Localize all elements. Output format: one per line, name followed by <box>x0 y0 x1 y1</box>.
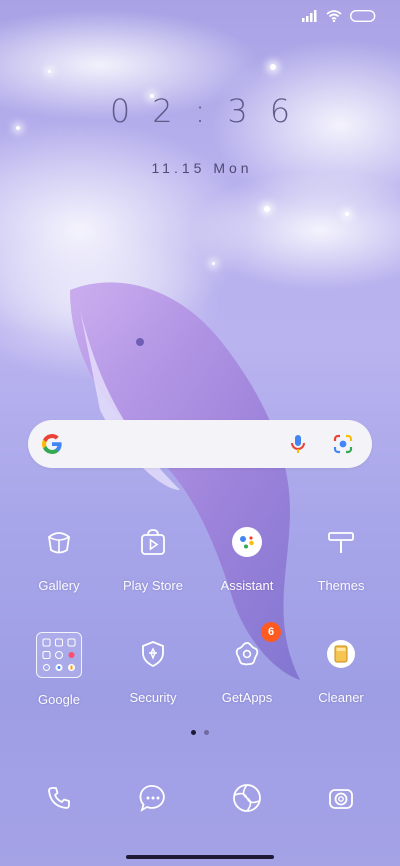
app-label: Play Store <box>123 578 183 593</box>
security-icon <box>131 632 175 676</box>
app-label: Gallery <box>38 578 80 593</box>
app-label: Google <box>38 692 80 707</box>
notification-badge: 6 <box>261 622 281 642</box>
app-gallery[interactable]: Gallery <box>12 520 106 593</box>
page-dot[interactable] <box>204 730 209 735</box>
messages-icon <box>131 776 175 820</box>
google-folder-icon <box>36 632 82 678</box>
app-label: GetApps <box>221 690 273 705</box>
whale-illustration <box>70 282 300 680</box>
dock-messages[interactable] <box>106 776 200 820</box>
folder-google[interactable]: Google <box>12 632 106 707</box>
dock-browser[interactable] <box>200 776 294 820</box>
clock-date[interactable]: 11.15 Mon <box>0 160 400 176</box>
dock-camera[interactable] <box>294 776 388 820</box>
gallery-icon <box>37 520 81 564</box>
app-play-store[interactable]: Play Store <box>106 520 200 593</box>
phone-icon <box>37 776 81 820</box>
app-label: Assistant <box>220 578 274 593</box>
wifi-icon <box>326 10 342 22</box>
app-row-1: Gallery Play Store Assistant Themes <box>0 520 400 593</box>
dock <box>0 776 400 820</box>
status-bar <box>302 10 376 22</box>
signal-icon <box>302 10 317 22</box>
cleaner-icon <box>319 632 363 676</box>
assistant-icon <box>225 520 269 564</box>
page-indicator <box>0 730 400 735</box>
app-themes[interactable]: Themes <box>294 520 388 593</box>
google-g-icon <box>42 434 62 454</box>
app-label: Themes <box>317 578 365 593</box>
app-label: Cleaner <box>318 690 364 705</box>
app-security[interactable]: Security <box>106 632 200 707</box>
themes-icon <box>319 520 363 564</box>
page-dot-active <box>191 730 196 735</box>
lens-icon[interactable] <box>331 432 355 456</box>
browser-icon <box>225 776 269 820</box>
app-row-2: Google Security 6 GetApps Cleaner <box>0 622 400 707</box>
google-search-bar[interactable] <box>28 420 372 468</box>
camera-icon <box>319 776 363 820</box>
app-label: Security <box>129 690 177 705</box>
microphone-icon[interactable] <box>286 432 310 456</box>
app-getapps[interactable]: 6 GetApps <box>200 622 294 707</box>
app-assistant[interactable]: Assistant <box>200 520 294 593</box>
clock-time[interactable]: 02:36 <box>0 92 400 130</box>
getapps-icon: 6 <box>225 622 281 676</box>
app-cleaner[interactable]: Cleaner <box>294 632 388 707</box>
dock-phone[interactable] <box>12 776 106 820</box>
home-indicator[interactable] <box>126 855 274 859</box>
play-store-icon <box>131 520 175 564</box>
battery-icon <box>350 10 376 22</box>
